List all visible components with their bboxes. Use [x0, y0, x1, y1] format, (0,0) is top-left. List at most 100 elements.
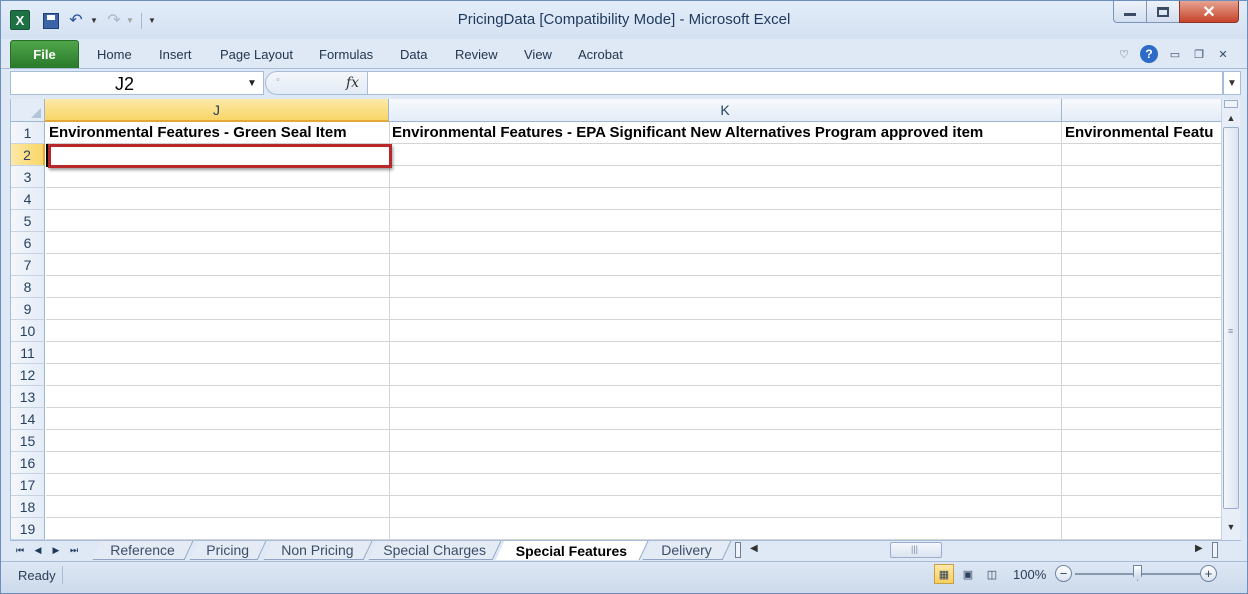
page-layout-view-icon[interactable]: ▣ [958, 564, 978, 584]
resize-grip-icon[interactable]: ◦ [276, 74, 280, 86]
sheet-tab-pricing[interactable]: Pricing [189, 541, 267, 560]
row-header-6[interactable]: 6 [11, 232, 45, 254]
row-header-11[interactable]: 11 [11, 342, 45, 364]
cell[interactable] [389, 430, 1062, 452]
zoom-level[interactable]: 100% [1013, 567, 1046, 582]
first-sheet-icon[interactable]: ⏮ [13, 543, 27, 557]
split-box[interactable] [1224, 100, 1238, 108]
cell[interactable] [389, 254, 1062, 276]
maximize-button[interactable] [1146, 1, 1180, 23]
minimize-button[interactable] [1113, 1, 1147, 23]
cell[interactable] [46, 232, 390, 254]
cell[interactable] [46, 408, 390, 430]
cell[interactable] [46, 518, 390, 540]
tab-view[interactable]: View [524, 47, 552, 62]
formula-input[interactable] [368, 71, 1223, 95]
sheet-tab-delivery[interactable]: Delivery [642, 541, 732, 560]
row-header-19[interactable]: 19 [11, 518, 45, 540]
insert-function-button[interactable]: fx [346, 75, 359, 91]
tab-acrobat[interactable]: Acrobat [578, 47, 623, 62]
row-header-17[interactable]: 17 [11, 474, 45, 496]
sheet-tab-reference[interactable]: Reference [92, 541, 194, 560]
cell[interactable]: Environmental Features - EPA Significant… [389, 122, 1062, 144]
expand-formula-bar-icon[interactable]: ▼ [1223, 71, 1241, 95]
cell[interactable] [1062, 298, 1221, 320]
horizontal-split-handle[interactable] [1212, 542, 1218, 558]
horizontal-scroll-thumb[interactable]: ||| [890, 542, 942, 558]
vertical-scrollbar[interactable]: ▲ ≡ ▼ [1221, 99, 1240, 540]
cell[interactable] [46, 166, 390, 188]
row-header-14[interactable]: 14 [11, 408, 45, 430]
cell[interactable] [389, 364, 1062, 386]
cell[interactable] [1062, 144, 1221, 166]
name-box[interactable]: J2 ▼ [10, 71, 264, 95]
cell[interactable] [46, 430, 390, 452]
cell[interactable] [46, 386, 390, 408]
row-header-10[interactable]: 10 [11, 320, 45, 342]
sheet-tab-special-charges[interactable]: Special Charges [368, 541, 502, 560]
cell[interactable] [1062, 342, 1221, 364]
cell[interactable] [46, 452, 390, 474]
cell[interactable] [1062, 474, 1221, 496]
cell[interactable] [389, 320, 1062, 342]
cell[interactable] [389, 496, 1062, 518]
workbook-close-icon[interactable]: ✕ [1214, 45, 1232, 63]
scroll-left-icon[interactable]: ◀ [750, 543, 758, 554]
column-header-j[interactable]: J [45, 99, 389, 122]
last-sheet-icon[interactable]: ⏭ [67, 543, 81, 557]
sheet-tab-special-features[interactable]: Special Features [495, 541, 649, 560]
cell[interactable] [1062, 166, 1221, 188]
row-header-4[interactable]: 4 [11, 188, 45, 210]
zoom-in-button[interactable]: + [1200, 565, 1217, 582]
cell[interactable] [389, 518, 1062, 540]
ribbon-minimize-icon[interactable]: ♡ [1115, 45, 1133, 63]
cell[interactable]: Environmental Featu [1062, 122, 1221, 144]
tab-formulas[interactable]: Formulas [319, 47, 373, 62]
tab-home[interactable]: Home [97, 47, 132, 62]
zoom-out-button[interactable]: − [1055, 565, 1072, 582]
row-header-1[interactable]: 1 [11, 122, 45, 144]
cell[interactable] [46, 254, 390, 276]
help-icon[interactable]: ? [1140, 45, 1158, 63]
zoom-slider-thumb[interactable] [1133, 565, 1142, 581]
sheet-tab-non-pricing[interactable]: Non Pricing [263, 541, 373, 560]
name-box-dropdown-icon[interactable]: ▼ [247, 78, 257, 89]
workbook-restore-icon[interactable]: ❐ [1190, 45, 1208, 63]
cell[interactable] [46, 276, 390, 298]
scroll-right-icon[interactable]: ▶ [1195, 543, 1203, 554]
cell[interactable] [389, 408, 1062, 430]
row-header-16[interactable]: 16 [11, 452, 45, 474]
cell[interactable] [389, 452, 1062, 474]
cell[interactable] [389, 188, 1062, 210]
cell[interactable] [1062, 430, 1221, 452]
cell[interactable] [46, 342, 390, 364]
column-header-l[interactable] [1062, 99, 1221, 122]
cell[interactable] [389, 386, 1062, 408]
scroll-up-icon[interactable]: ▲ [1224, 111, 1238, 125]
cell[interactable] [389, 232, 1062, 254]
cell[interactable]: Environmental Features - Green Seal Item [46, 122, 390, 144]
cell[interactable] [389, 166, 1062, 188]
tab-page-layout[interactable]: Page Layout [220, 47, 293, 62]
cell[interactable] [46, 496, 390, 518]
cell[interactable] [1062, 386, 1221, 408]
cell[interactable] [46, 364, 390, 386]
next-sheet-icon[interactable]: ▶ [49, 543, 63, 557]
scroll-down-icon[interactable]: ▼ [1224, 520, 1238, 534]
tab-insert[interactable]: Insert [159, 47, 192, 62]
cell[interactable] [1062, 364, 1221, 386]
vertical-scroll-thumb[interactable]: ≡ [1223, 127, 1239, 509]
row-header-2[interactable]: 2 [11, 144, 45, 166]
cell[interactable] [389, 276, 1062, 298]
cell[interactable] [389, 342, 1062, 364]
cell[interactable] [1062, 254, 1221, 276]
page-break-view-icon[interactable]: ◫ [982, 564, 1002, 584]
close-button[interactable]: ✕ [1179, 1, 1239, 23]
row-header-7[interactable]: 7 [11, 254, 45, 276]
cell[interactable] [1062, 496, 1221, 518]
cell[interactable] [46, 298, 390, 320]
row-header-3[interactable]: 3 [11, 166, 45, 188]
cell[interactable] [1062, 232, 1221, 254]
row-header-5[interactable]: 5 [11, 210, 45, 232]
cell[interactable] [1062, 408, 1221, 430]
